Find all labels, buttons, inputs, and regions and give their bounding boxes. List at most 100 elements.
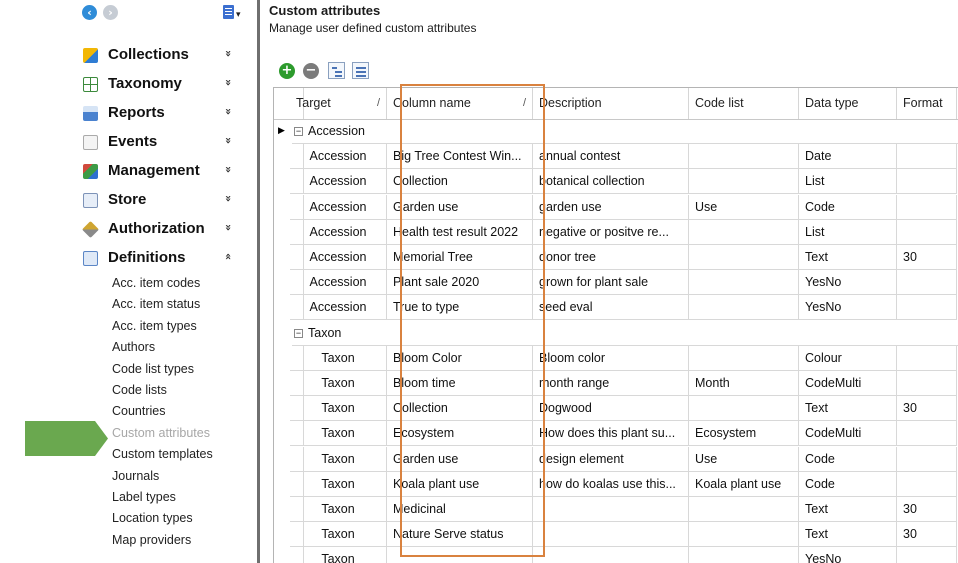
column-header-data-type[interactable]: Data type — [799, 88, 897, 119]
group-by-button[interactable] — [326, 60, 348, 82]
table-cell[interactable]: Accession — [290, 144, 387, 170]
table-cell[interactable]: Collection — [387, 169, 533, 195]
table-cell[interactable] — [897, 547, 957, 563]
table-cell[interactable]: Taxon — [290, 396, 387, 422]
table-row[interactable]: Accession Garden use garden use Use Code — [274, 194, 958, 220]
definitions-item[interactable]: Custom attributes — [112, 426, 210, 440]
table-cell[interactable]: garden use — [533, 194, 689, 220]
table-row[interactable]: Taxon Garden use design element Use Code — [274, 446, 958, 472]
table-row[interactable]: Taxon Nature Serve status Text 30 — [274, 522, 958, 548]
table-cell[interactable]: grown for plant sale — [533, 270, 689, 296]
table-cell[interactable]: Medicinal — [387, 497, 533, 522]
expand-chevron-icon[interactable]: » — [222, 195, 235, 202]
table-cell[interactable]: Ecosystem — [689, 421, 799, 447]
table-cell[interactable]: Koala plant use — [689, 471, 799, 497]
table-cell[interactable] — [689, 295, 799, 321]
table-row[interactable]: Taxon Bloom time month range Month CodeMulti — [274, 371, 958, 396]
column-header-column-name[interactable]: Column name / — [387, 88, 533, 119]
table-cell[interactable] — [897, 371, 957, 396]
table-cell[interactable] — [897, 345, 957, 371]
column-chooser-button[interactable] — [350, 60, 372, 82]
table-cell[interactable]: Accession — [290, 295, 387, 321]
table-cell[interactable]: YesNo — [799, 270, 897, 296]
table-cell[interactable]: Accession — [290, 169, 387, 195]
table-cell[interactable]: Date — [799, 144, 897, 170]
table-cell[interactable] — [689, 345, 799, 371]
table-cell[interactable] — [689, 497, 799, 522]
table-cell[interactable]: Health test result 2022 — [387, 219, 533, 245]
table-cell[interactable]: Memorial Tree — [387, 245, 533, 270]
table-cell[interactable] — [689, 169, 799, 195]
table-cell[interactable]: Bloom color — [533, 345, 689, 371]
table-cell[interactable]: Ecosystem — [387, 421, 533, 447]
table-cell[interactable]: Big Tree Contest Win... — [387, 144, 533, 170]
table-cell[interactable]: Garden use — [387, 194, 533, 220]
table-cell[interactable]: Garden use — [387, 446, 533, 472]
nav-section-authorization[interactable]: Authorization » — [73, 215, 257, 243]
table-cell[interactable]: YesNo — [799, 547, 897, 563]
table-cell[interactable]: month range — [533, 371, 689, 396]
table-row[interactable]: Taxon YesNo — [274, 547, 958, 563]
table-cell[interactable]: Taxon — [290, 371, 387, 396]
collapse-group-icon[interactable]: − — [294, 127, 303, 137]
nav-section-collections[interactable]: Collections » — [73, 41, 257, 69]
table-cell[interactable]: CodeMulti — [799, 421, 897, 447]
table-cell[interactable] — [387, 547, 533, 563]
table-cell[interactable]: Bloom Color — [387, 345, 533, 371]
expand-chevron-icon[interactable]: » — [222, 108, 235, 115]
table-cell[interactable]: Text — [799, 522, 897, 548]
table-cell[interactable]: Text — [799, 497, 897, 522]
table-cell[interactable]: seed eval — [533, 295, 689, 321]
table-cell[interactable] — [689, 245, 799, 270]
table-row[interactable]: Accession Memorial Tree donor tree Text 30 — [274, 245, 958, 270]
table-cell[interactable] — [897, 421, 957, 447]
definitions-item[interactable]: Label types — [112, 490, 176, 504]
column-header-target[interactable]: Target / — [290, 88, 387, 119]
nav-section-taxonomy[interactable]: Taxonomy » — [73, 70, 257, 98]
expand-chevron-icon[interactable]: » — [222, 50, 235, 57]
table-cell[interactable]: annual contest — [533, 144, 689, 170]
table-cell[interactable]: How does this plant su... — [533, 421, 689, 447]
table-cell[interactable]: design element — [533, 446, 689, 472]
table-row[interactable]: Accession Plant sale 2020 grown for plant … — [274, 270, 958, 296]
table-cell[interactable] — [533, 522, 689, 548]
table-cell[interactable] — [897, 295, 957, 321]
table-row[interactable]: Taxon Bloom Color Bloom color Colour — [274, 345, 958, 371]
table-cell[interactable]: donor tree — [533, 245, 689, 270]
table-cell[interactable]: 30 — [897, 497, 957, 522]
table-cell[interactable]: Bloom time — [387, 371, 533, 396]
table-cell[interactable]: Taxon — [290, 547, 387, 563]
expand-chevron-icon[interactable]: » — [222, 137, 235, 144]
back-button[interactable]: ‹ — [82, 5, 97, 20]
table-row[interactable]: Accession Big Tree Contest Win... annual c… — [274, 144, 958, 170]
table-cell[interactable] — [533, 547, 689, 563]
definitions-item[interactable]: Journals — [112, 469, 159, 483]
forward-button[interactable]: › — [103, 5, 118, 20]
definitions-item[interactable]: Code lists — [112, 383, 167, 397]
table-cell[interactable] — [533, 497, 689, 522]
definitions-item[interactable]: Acc. item status — [112, 297, 200, 311]
remove-button[interactable]: − — [300, 60, 322, 82]
column-header-description[interactable]: Description — [533, 88, 689, 119]
table-cell[interactable]: negative or positve re... — [533, 219, 689, 245]
definitions-item[interactable]: Code list types — [112, 362, 194, 376]
table-cell[interactable]: botanical collection — [533, 169, 689, 195]
table-cell[interactable] — [689, 522, 799, 548]
table-cell[interactable]: Code — [799, 471, 897, 497]
table-cell[interactable] — [689, 144, 799, 170]
nav-section-reports[interactable]: Reports » — [73, 99, 257, 127]
table-cell[interactable]: List — [799, 219, 897, 245]
table-cell[interactable] — [897, 194, 957, 220]
table-cell[interactable]: List — [799, 169, 897, 195]
table-cell[interactable] — [897, 169, 957, 195]
table-cell[interactable] — [689, 270, 799, 296]
table-cell[interactable] — [689, 396, 799, 422]
table-cell[interactable]: CodeMulti — [799, 371, 897, 396]
table-cell[interactable]: Dogwood — [533, 396, 689, 422]
definitions-item[interactable]: Acc. item types — [112, 319, 197, 333]
table-row[interactable]: Accession Collection botanical collection L… — [274, 169, 958, 195]
table-cell[interactable]: Code — [799, 194, 897, 220]
table-row[interactable]: Accession Health test result 2022 negative… — [274, 219, 958, 245]
table-cell[interactable]: Accession — [290, 245, 387, 270]
table-cell[interactable] — [897, 446, 957, 472]
